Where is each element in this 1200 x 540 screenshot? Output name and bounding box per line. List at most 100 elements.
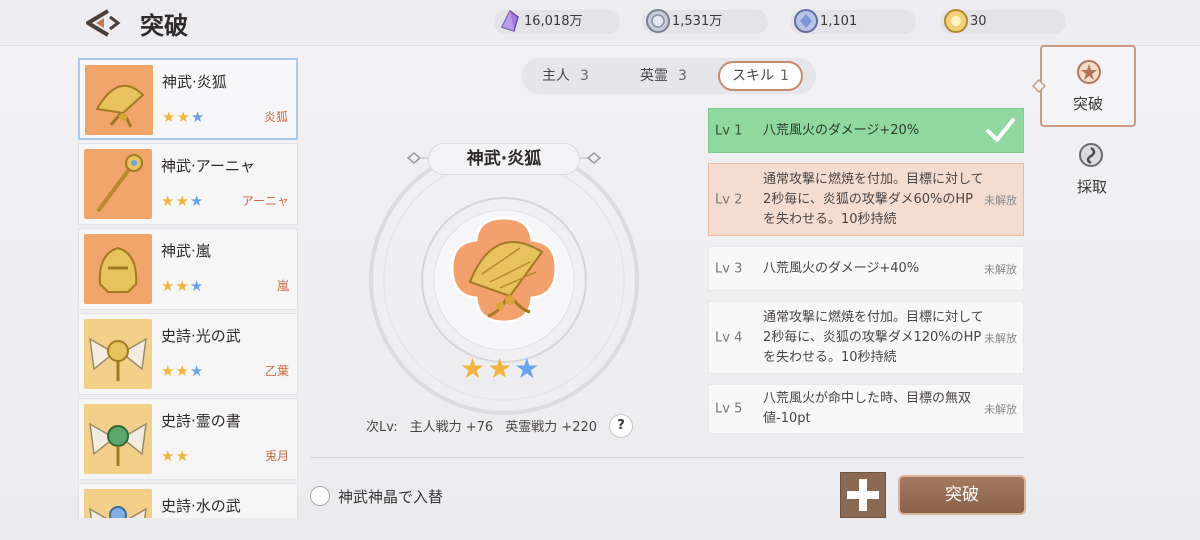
star-rating: ★★ [161,447,190,465]
side-nav-label: 採取 [1076,178,1107,196]
owner-label: 炎狐 [263,110,288,124]
level-row: Lv 2 通常攻撃に燃焼を付加。目標に対して2秒毎に、炎狐の攻撃ダメ60%のHP… [708,163,1024,236]
star-icon: ★ [487,352,515,385]
owner-label: アーニャ [241,194,289,208]
replace-checkbox[interactable] [310,486,330,506]
tab-label: スキル [732,68,774,84]
tab-skill[interactable]: スキル 1 [718,61,803,91]
list-item[interactable]: 神武·アーニャ ★★★ アーニャ [78,143,298,225]
back-icon[interactable] [80,7,122,39]
winged-crest-icon [84,319,152,389]
tab-spirit[interactable]: 英霊 3 [640,62,687,90]
star-rating: ★★★ [161,362,204,380]
level-status: 未解放 [984,262,1017,276]
level-status: 未解放 [984,193,1017,207]
level-description: 通常攻撃に燃焼を付加。目標に対して2秒毎に、炎狐の攻撃ダメ120%のHPを失わせ… [763,309,984,365]
tab-count: 3 [580,68,589,84]
replace-label: 神武神晶で入替 [338,488,444,506]
star-icon: ★ [175,277,190,295]
currency-crystal[interactable]: 16,018万 [494,9,620,34]
star-icon: ★ [161,447,176,465]
breakthrough-button[interactable]: 突破 [898,475,1026,515]
currency-gem[interactable]: 1,101 [790,9,916,34]
master-power: 主人戦力 +76 [409,420,494,435]
tab-bar: 主人 3 英霊 3 スキル 1 [522,58,816,94]
silver-coin-icon [646,9,670,33]
owner-label: 乙葉 [264,364,289,378]
star-icon: ★ [460,352,488,385]
item-list[interactable]: 神武·炎狐 ★★★ 炎狐 神武·アーニャ ★★★ アーニャ 神武·嵐 ★★★ 嵐 [78,58,298,518]
tab-label: 主人 [542,68,570,84]
side-nav-label: 突破 [1072,95,1103,113]
list-item[interactable]: 史詩·水の武 [78,483,298,518]
tab-master[interactable]: 主人 3 [542,62,589,90]
golden-fan-icon [85,65,153,135]
owner-label: 兎月 [264,449,289,463]
item-name: 史詩·光の武 [161,327,241,345]
currency-value: 1,531万 [672,14,723,29]
top-bar: 突破 16,018万 1,531万 1,101 30 [0,0,1200,46]
side-nav-breakthrough[interactable]: 突破 [1040,45,1136,127]
list-item[interactable]: 神武·炎狐 ★★★ 炎狐 [78,58,298,140]
help-button[interactable]: ? [609,414,633,438]
list-item[interactable]: 史詩·霊の書 ★★ 兎月 [78,398,298,480]
list-item[interactable]: 史詩·光の武 ★★★ 乙葉 [78,313,298,395]
level-number: Lv 3 [715,261,743,276]
level-number: Lv 5 [715,401,743,417]
star-badge-icon [1077,60,1101,84]
blue-gem-icon [794,9,818,33]
purple-crystal-icon [500,9,519,32]
level-description: 八荒風火が命中した時、目標の無双値-10pt [763,391,972,426]
star-rating: ★★★ [161,192,204,210]
winged-crest-green-icon [84,404,152,474]
list-item[interactable]: 神武·嵐 ★★★ 嵐 [78,228,298,310]
winged-crest-blue-icon [84,489,152,518]
level-number: Lv 1 [715,123,743,138]
currency-medal[interactable]: 30 [940,9,1066,34]
level-description: 八荒風火のダメージ+40% [763,260,920,276]
star-icon: ★ [189,192,205,210]
divider [310,457,1024,458]
currency-coin[interactable]: 1,531万 [642,9,768,34]
golden-helmet-icon [84,234,152,304]
level-status: 未解放 [984,331,1017,345]
spirit-power: 英霊戦力 +220 [505,420,598,435]
level-number: Lv 4 [715,330,743,345]
currency-value: 1,101 [820,14,858,29]
level-row: Lv 4 通常攻撃に燃焼を付加。目標に対して2秒毎に、炎狐の攻撃ダメ120%のH… [708,301,1024,374]
gold-medal-icon [944,9,968,33]
currency-value: 30 [970,14,987,29]
detail-title: 神武·炎狐 [428,143,580,175]
diamond-ornament-icon [406,152,428,164]
level-description: 八荒風火のダメージ+20% [763,122,920,138]
level-row: Lv 5 八荒風火が命中した時、目標の無双値-10pt 未解放 [708,384,1024,434]
star-icon: ★ [162,108,177,126]
star-icon: ★ [161,192,176,210]
star-icon: ★ [175,447,190,465]
page-title: 突破 [140,12,188,40]
level-description: 通常攻撃に燃焼を付加。目標に対して2秒毎に、炎狐の攻撃ダメ60%のHPを失わせる… [763,171,984,227]
star-icon: ★ [175,362,190,380]
star-icon: ★ [161,362,176,380]
owner-label: 嵐 [276,279,289,293]
star-icon: ★ [190,108,206,126]
plus-icon [847,479,879,511]
side-nav-collect[interactable]: 採取 [1044,130,1140,206]
tab-count: 1 [780,68,789,84]
detail-stars: ★★★ [460,352,541,385]
star-icon: ★ [176,108,191,126]
level-status: 未解放 [984,403,1017,416]
checkmark-icon [986,118,1015,142]
item-name: 神武·アーニャ [161,157,255,175]
level-row: Lv 1 八荒風火のダメージ+20% [708,108,1024,153]
star-rating: ★★★ [162,108,205,126]
star-icon: ★ [161,277,176,295]
next-level-label: 次Lv: [366,420,398,435]
swirl-badge-icon [1079,143,1103,167]
star-icon: ★ [189,277,205,295]
item-name: 史詩·霊の書 [161,412,241,430]
star-icon: ★ [175,192,190,210]
item-name: 神武·嵐 [161,242,211,260]
add-material-button[interactable] [840,472,886,518]
star-icon: ★ [514,352,542,385]
